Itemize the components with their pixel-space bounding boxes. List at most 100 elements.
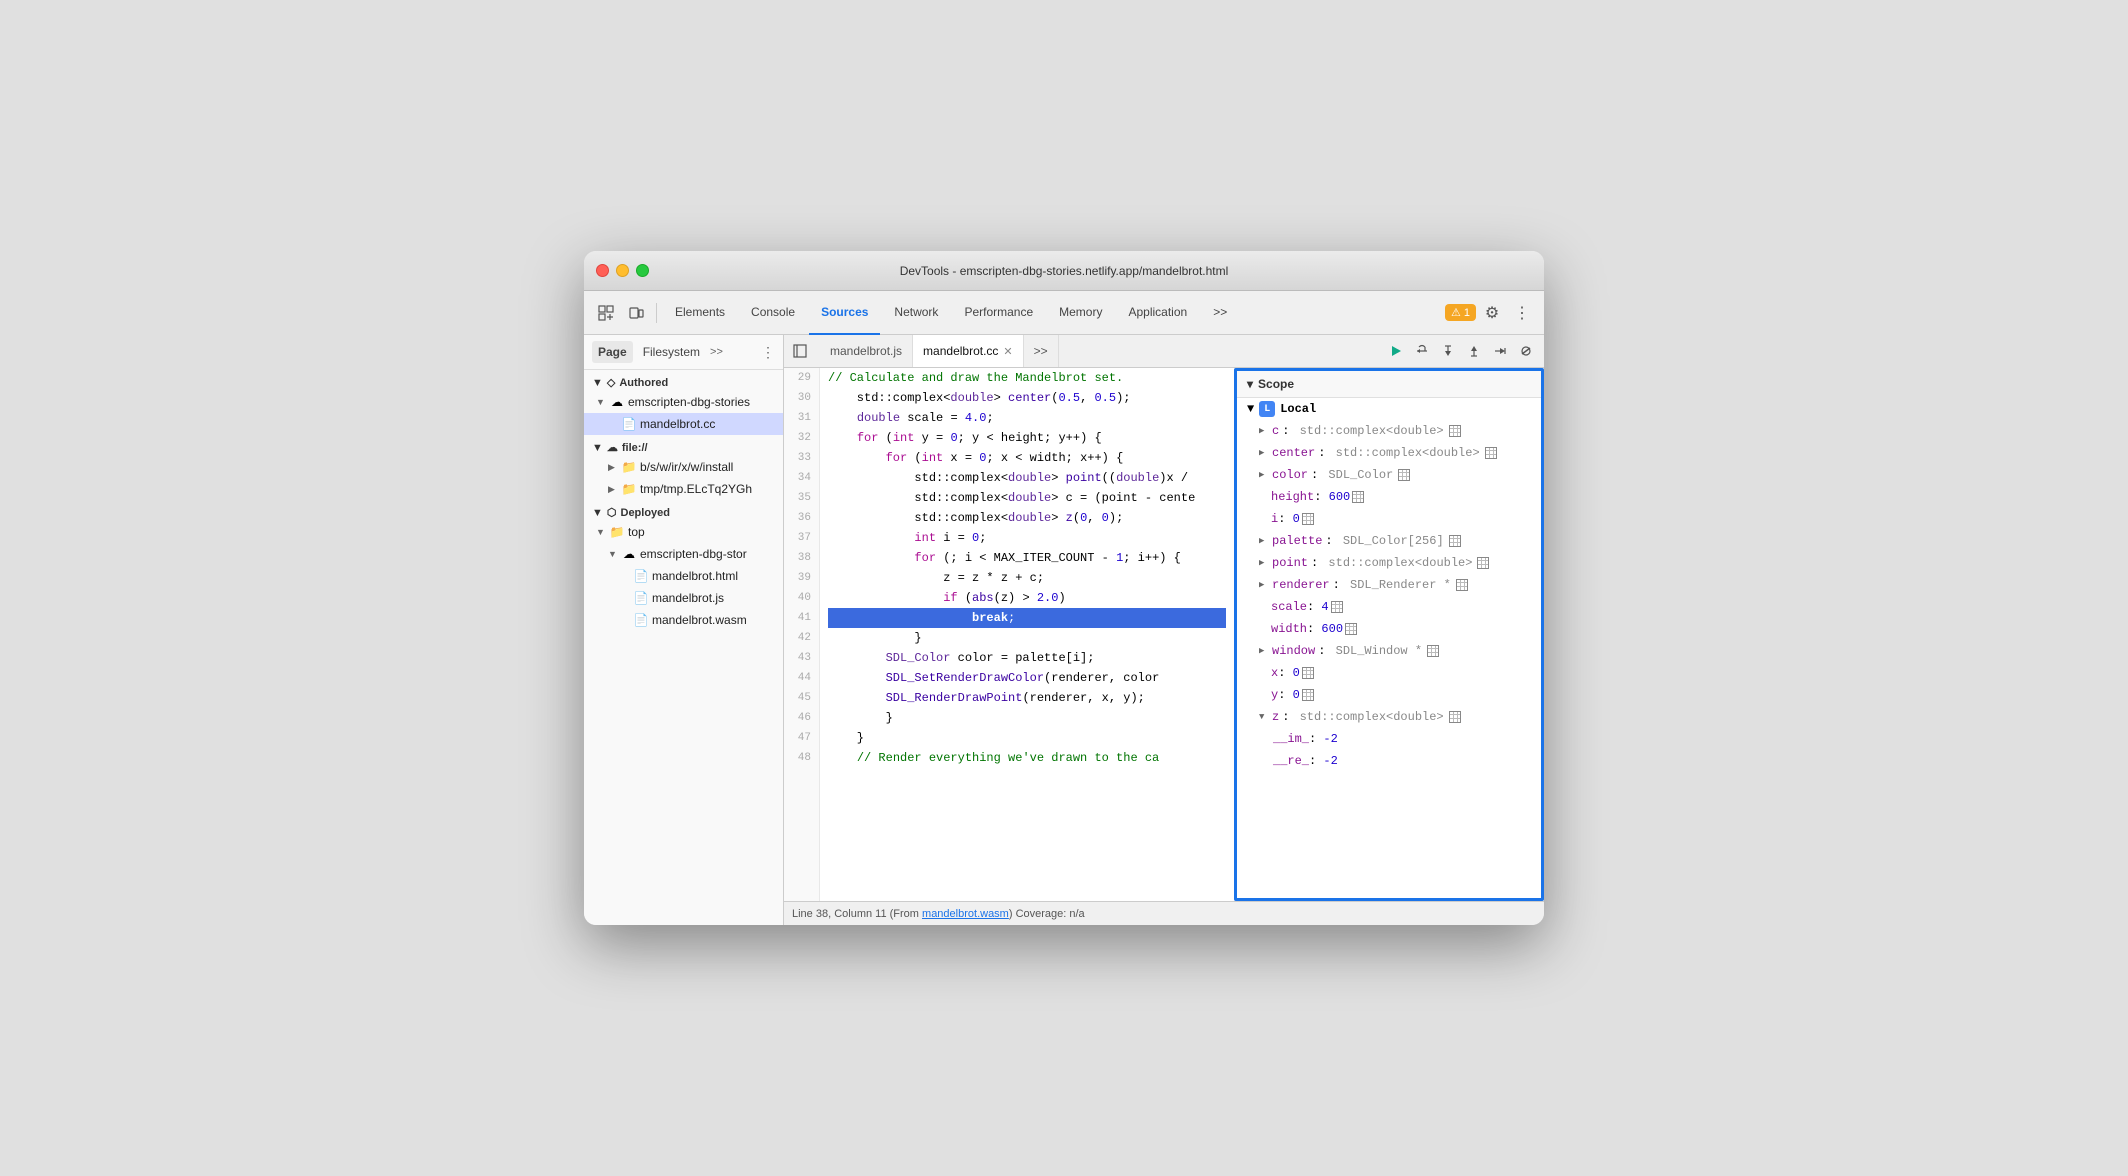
tab-console[interactable]: Console <box>739 291 807 335</box>
scope-item-point[interactable]: ▶ point: std::complex<double> <box>1237 552 1541 574</box>
tab-sources[interactable]: Sources <box>809 291 880 335</box>
chevron-down-icon: ▼ <box>592 377 603 389</box>
scope-item-c[interactable]: ▶ c: std::complex<double> <box>1237 420 1541 442</box>
code-line-30: std::complex<double> center(0.5, 0.5); <box>828 388 1226 408</box>
tree-item-mandelbrot-wasm[interactable]: 📄 mandelbrot.wasm <box>584 609 783 631</box>
device-toggle-button[interactable] <box>622 299 650 327</box>
status-source-link[interactable]: mandelbrot.wasm <box>922 908 1009 920</box>
scope-item-width[interactable]: width: 600 <box>1237 618 1541 640</box>
sidebar: Page Filesystem >> ⋮ ▼ ◇ Authored ▼ ☁ em… <box>584 335 784 925</box>
folder-icon: 📁 <box>621 460 637 474</box>
resume-button[interactable] <box>1384 339 1408 363</box>
tree-item-top[interactable]: ▼ 📁 top <box>584 521 783 543</box>
expand-arrow-icon: ▶ <box>1259 576 1269 594</box>
grid-icon <box>1449 425 1461 437</box>
file-icon: 📄 <box>621 417 637 431</box>
section-authored[interactable]: ▼ ◇ Authored <box>584 370 783 391</box>
warning-badge[interactable]: ⚠ 1 <box>1445 304 1476 321</box>
scope-local-header[interactable]: ▼ L Local <box>1237 398 1541 420</box>
tab-elements[interactable]: Elements <box>663 291 737 335</box>
devtools-window: DevTools - emscripten-dbg-stories.netlif… <box>584 251 1544 925</box>
code-line-35: std::complex<double> c = (point - cente <box>828 488 1226 508</box>
tab-network[interactable]: Network <box>882 291 950 335</box>
step-button[interactable] <box>1488 339 1512 363</box>
sidebar-more-button[interactable]: >> <box>710 346 723 358</box>
tree-arrow-icon: ▼ <box>596 397 606 407</box>
tree-item-deployed-cloud[interactable]: ▼ ☁ emscripten-dbg-stor <box>584 543 783 565</box>
scope-item-y[interactable]: y: 0 <box>1237 684 1541 706</box>
deactivate-breakpoints-button[interactable] <box>1514 339 1538 363</box>
code-line-49: // Render everything we've drawn to the … <box>828 748 1226 768</box>
code-content: // Calculate and draw the Mandelbrot set… <box>820 368 1234 901</box>
tree-item-mandelbrot-js[interactable]: 📄 mandelbrot.js <box>584 587 783 609</box>
inspect-element-button[interactable] <box>592 299 620 327</box>
tree-item-mandelbrot-cc[interactable]: 📄 mandelbrot.cc <box>584 413 783 435</box>
main-content: Page Filesystem >> ⋮ ▼ ◇ Authored ▼ ☁ em… <box>584 335 1544 925</box>
scope-item-renderer[interactable]: ▶ renderer: SDL_Renderer * <box>1237 574 1541 596</box>
sidebar-tab-filesystem[interactable]: Filesystem <box>637 341 706 363</box>
step-over-button[interactable] <box>1410 339 1434 363</box>
tree-item-install[interactable]: ▶ 📁 b/s/w/ir/x/w/install <box>584 456 783 478</box>
window-title: DevTools - emscripten-dbg-stories.netlif… <box>900 264 1229 278</box>
chevron-down-icon: ▼ <box>592 507 603 519</box>
scope-item-color[interactable]: ▶ color: SDL_Color <box>1237 464 1541 486</box>
scope-item-x[interactable]: x: 0 <box>1237 662 1541 684</box>
code-line-45: SDL_RenderDrawPoint(renderer, x, y); <box>828 688 1226 708</box>
folder-icon: 📁 <box>609 525 625 539</box>
expand-arrow-icon: ▼ <box>1259 708 1269 726</box>
file-icon: 📄 <box>633 591 649 605</box>
grid-icon <box>1398 469 1410 481</box>
tab-performance[interactable]: Performance <box>952 291 1045 335</box>
editor-tab-more[interactable]: >> <box>1024 335 1059 367</box>
tab-more[interactable]: >> <box>1201 291 1239 335</box>
code-line-47: } <box>828 728 1226 748</box>
scope-item-window[interactable]: ▶ window: SDL_Window * <box>1237 640 1541 662</box>
authored-label: ◇ <box>607 376 615 389</box>
settings-button[interactable]: ⚙ <box>1478 299 1506 327</box>
editor-tab-mandelbrot-cc[interactable]: mandelbrot.cc ✕ <box>913 335 1024 367</box>
section-file[interactable]: ▼ ☁ file:// <box>584 435 783 456</box>
scope-item-z[interactable]: ▼ z: std::complex<double> <box>1237 706 1541 728</box>
scope-item-height[interactable]: height: 600 <box>1237 486 1541 508</box>
cube-icon: ⬡ <box>607 506 617 519</box>
scope-item-i[interactable]: i: 0 <box>1237 508 1541 530</box>
code-editor[interactable]: 29 30 31 32 33 34 35 36 37 38 39 40 41 4… <box>784 368 1234 901</box>
editor-area: mandelbrot.js mandelbrot.cc ✕ >> <box>784 335 1544 925</box>
code-line-41: break; <box>828 608 1226 628</box>
grid-icon <box>1302 689 1314 701</box>
more-options-button[interactable]: ⋮ <box>1508 299 1536 327</box>
code-line-32: for (int y = 0; y < height; y++) { <box>828 428 1226 448</box>
step-into-button[interactable] <box>1436 339 1460 363</box>
sidebar-tab-page[interactable]: Page <box>592 341 633 363</box>
cloud-icon: ☁ <box>609 395 625 409</box>
scope-item-z-re[interactable]: __re_: -2 <box>1237 750 1541 772</box>
maximize-button[interactable] <box>636 264 649 277</box>
scope-item-scale[interactable]: scale: 4 <box>1237 596 1541 618</box>
status-text: Line 38, Column 11 (From <box>792 908 922 920</box>
tree-item-tmp[interactable]: ▶ 📁 tmp/tmp.ELcTq2YGh <box>584 478 783 500</box>
tab-memory[interactable]: Memory <box>1047 291 1114 335</box>
folder-icon: 📁 <box>621 482 637 496</box>
code-line-40: if (abs(z) > 2.0) <box>828 588 1226 608</box>
scope-title: Scope <box>1258 377 1294 391</box>
scope-item-palette[interactable]: ▶ palette: SDL_Color[256] <box>1237 530 1541 552</box>
tab-application[interactable]: Application <box>1116 291 1199 335</box>
scope-item-z-im[interactable]: __im_: -2 <box>1237 728 1541 750</box>
tree-item-mandelbrot-html[interactable]: 📄 mandelbrot.html <box>584 565 783 587</box>
close-button[interactable] <box>596 264 609 277</box>
scope-header: ▾ Scope <box>1237 371 1541 398</box>
section-deployed[interactable]: ▼ ⬡ Deployed <box>584 500 783 521</box>
collapse-sidebar-button[interactable] <box>788 339 812 363</box>
minimize-button[interactable] <box>616 264 629 277</box>
editor-tab-mandelbrot-js[interactable]: mandelbrot.js <box>820 335 913 367</box>
step-out-button[interactable] <box>1462 339 1486 363</box>
grid-icon <box>1427 645 1439 657</box>
tree-item-emscripten-cloud[interactable]: ▼ ☁ emscripten-dbg-stories <box>584 391 783 413</box>
scope-item-center[interactable]: ▶ center: std::complex<double> <box>1237 442 1541 464</box>
code-line-38: for (; i < MAX_ITER_COUNT - 1; i++) { <box>828 548 1226 568</box>
code-line-39: z = z * z + c; <box>828 568 1226 588</box>
sidebar-menu-button[interactable]: ⋮ <box>761 344 775 361</box>
close-tab-icon[interactable]: ✕ <box>1003 345 1012 358</box>
scope-content: ▼ L Local ▶ c: std::complex<double> <box>1237 398 1541 898</box>
grid-icon <box>1485 447 1497 459</box>
